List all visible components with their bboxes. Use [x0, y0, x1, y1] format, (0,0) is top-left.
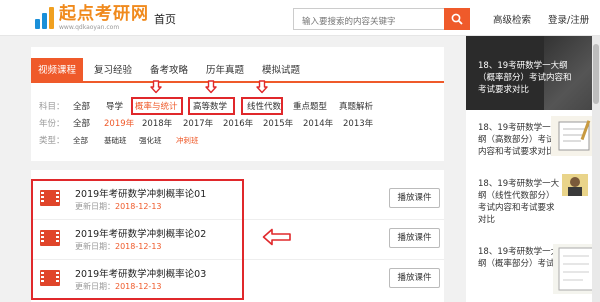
person-image-icon — [568, 177, 582, 196]
filter-option[interactable]: 重点题型 — [293, 100, 327, 114]
filter-option[interactable]: 全部 — [73, 117, 90, 131]
logo-url: www.qdkaoyan.com — [59, 23, 120, 31]
filter-option[interactable]: 全部 — [73, 134, 88, 148]
search-box — [293, 8, 470, 32]
site-logo[interactable]: 起点考研网 www.qdkaoyan.com — [34, 3, 149, 33]
article-thumbnail — [562, 174, 588, 196]
notebook-image-icon — [558, 120, 591, 151]
annotation-left-arrow-icon — [262, 228, 291, 246]
filter-option[interactable]: 2019年 — [104, 117, 134, 131]
filter-option[interactable]: 基础班 — [104, 134, 127, 148]
related-articles-sidebar: 18、19考研数学一大纲 （概率部分）考试内容和 考试要求对比 18、19考研数… — [466, 36, 600, 302]
tab-video-courses[interactable]: 视频课程 — [31, 58, 83, 83]
tab-review-experience[interactable]: 复习经验 — [87, 58, 139, 83]
filter-option[interactable]: 2018年 — [142, 117, 172, 131]
filter-option[interactable]: 2014年 — [303, 117, 333, 131]
filter-option[interactable]: 冲刺班 — [176, 134, 199, 148]
filter-option[interactable]: 强化班 — [139, 134, 162, 148]
top-navigation-bar: 起点考研网 www.qdkaoyan.com 首页 高级检索 登录/注册 — [0, 0, 600, 36]
sidebar-article-item[interactable]: 18、19考研数学一大 纲（高数部分）考试 内容和考试要求对比 — [466, 116, 600, 174]
filter-option[interactable]: 2015年 — [263, 117, 293, 131]
scrollbar-thumb[interactable] — [593, 44, 599, 104]
annotation-down-arrow-icon — [256, 80, 268, 94]
filter-label: 年份： — [39, 119, 65, 129]
search-button[interactable] — [444, 8, 470, 30]
title-line: 考试要求对比 — [478, 85, 530, 95]
play-courseware-button[interactable]: 播放课件 — [389, 228, 440, 248]
sidebar-article-item[interactable]: 18、19考研数学一大纲 （概率部分）考试内容和 考试要求对比 — [466, 36, 600, 110]
search-input[interactable] — [294, 12, 446, 32]
advanced-search-link[interactable]: 高级检索 — [493, 12, 531, 26]
title-line: （概率部分）考试内容和 — [478, 73, 572, 83]
filter-option[interactable]: 导学 — [106, 100, 123, 114]
title-line: 内容和考试要求对比 — [478, 147, 555, 157]
title-line: 纲（线性代数部分） — [478, 191, 555, 201]
nav-home-link[interactable]: 首页 — [154, 11, 176, 27]
annotation-box — [131, 97, 183, 115]
logo-name: 起点考研网 — [59, 3, 149, 24]
filter-option[interactable]: 2017年 — [183, 117, 213, 131]
sidebar-article-title: 18、19考研数学一大 纲（高数部分）考试 内容和考试要求对比 — [478, 122, 559, 158]
sidebar-article-title: 18、19考研数学一大 纲（概率部分）考试 — [478, 246, 559, 270]
title-line: 18、19考研数学一大纲 — [478, 61, 568, 71]
sidebar-article-item[interactable]: 18、19考研数学一大 纲（概率部分）考试 — [466, 244, 600, 302]
title-line: 18、19考研数学一大 — [478, 123, 560, 133]
page-scrollbar[interactable] — [592, 36, 600, 302]
title-line: 18、19考研数学一大 — [478, 247, 560, 257]
title-line: 对比 — [478, 215, 496, 225]
annotation-box — [241, 97, 283, 115]
annotation-box — [31, 179, 244, 300]
title-line: 纲（概率部分）考试 — [478, 259, 555, 269]
search-icon — [451, 13, 463, 25]
filter-label: 科目： — [39, 102, 65, 112]
login-register-link[interactable]: 登录/注册 — [548, 12, 589, 26]
filter-option[interactable]: 2013年 — [343, 117, 373, 131]
annotation-down-arrow-icon — [205, 80, 217, 94]
play-courseware-button[interactable]: 播放课件 — [389, 188, 440, 208]
sidebar-article-title: 18、19考研数学一大 纲（线性代数部分） 考试内容和考试要求 对比 — [478, 178, 559, 226]
article-thumbnail — [551, 116, 598, 156]
filter-option[interactable]: 全部 — [73, 100, 90, 114]
sidebar-article-title: 18、19考研数学一大纲 （概率部分）考试内容和 考试要求对比 — [478, 60, 572, 96]
annotation-down-arrow-icon — [150, 80, 162, 94]
filter-option[interactable]: 真题解析 — [339, 100, 373, 114]
title-line: 18、19考研数学一大 — [478, 179, 560, 189]
logo-bars-icon — [34, 5, 56, 31]
filter-option[interactable]: 2016年 — [223, 117, 253, 131]
title-line: 考试内容和考试要求 — [478, 203, 555, 213]
play-courseware-button[interactable]: 播放课件 — [389, 268, 440, 288]
sidebar-article-item[interactable]: 18、19考研数学一大 纲（线性代数部分） 考试内容和考试要求 对比 — [466, 174, 600, 238]
filter-label: 类型： — [39, 136, 65, 146]
category-tabs: 视频课程 复习经验 备考攻略 历年真题 模拟试题 — [31, 58, 444, 83]
title-line: 纲（高数部分）考试 — [478, 135, 555, 145]
annotation-box — [188, 97, 235, 115]
course-filter-panel: 视频课程 复习经验 备考攻略 历年真题 模拟试题 科目： 全部 导学 概率与统计… — [31, 47, 444, 161]
